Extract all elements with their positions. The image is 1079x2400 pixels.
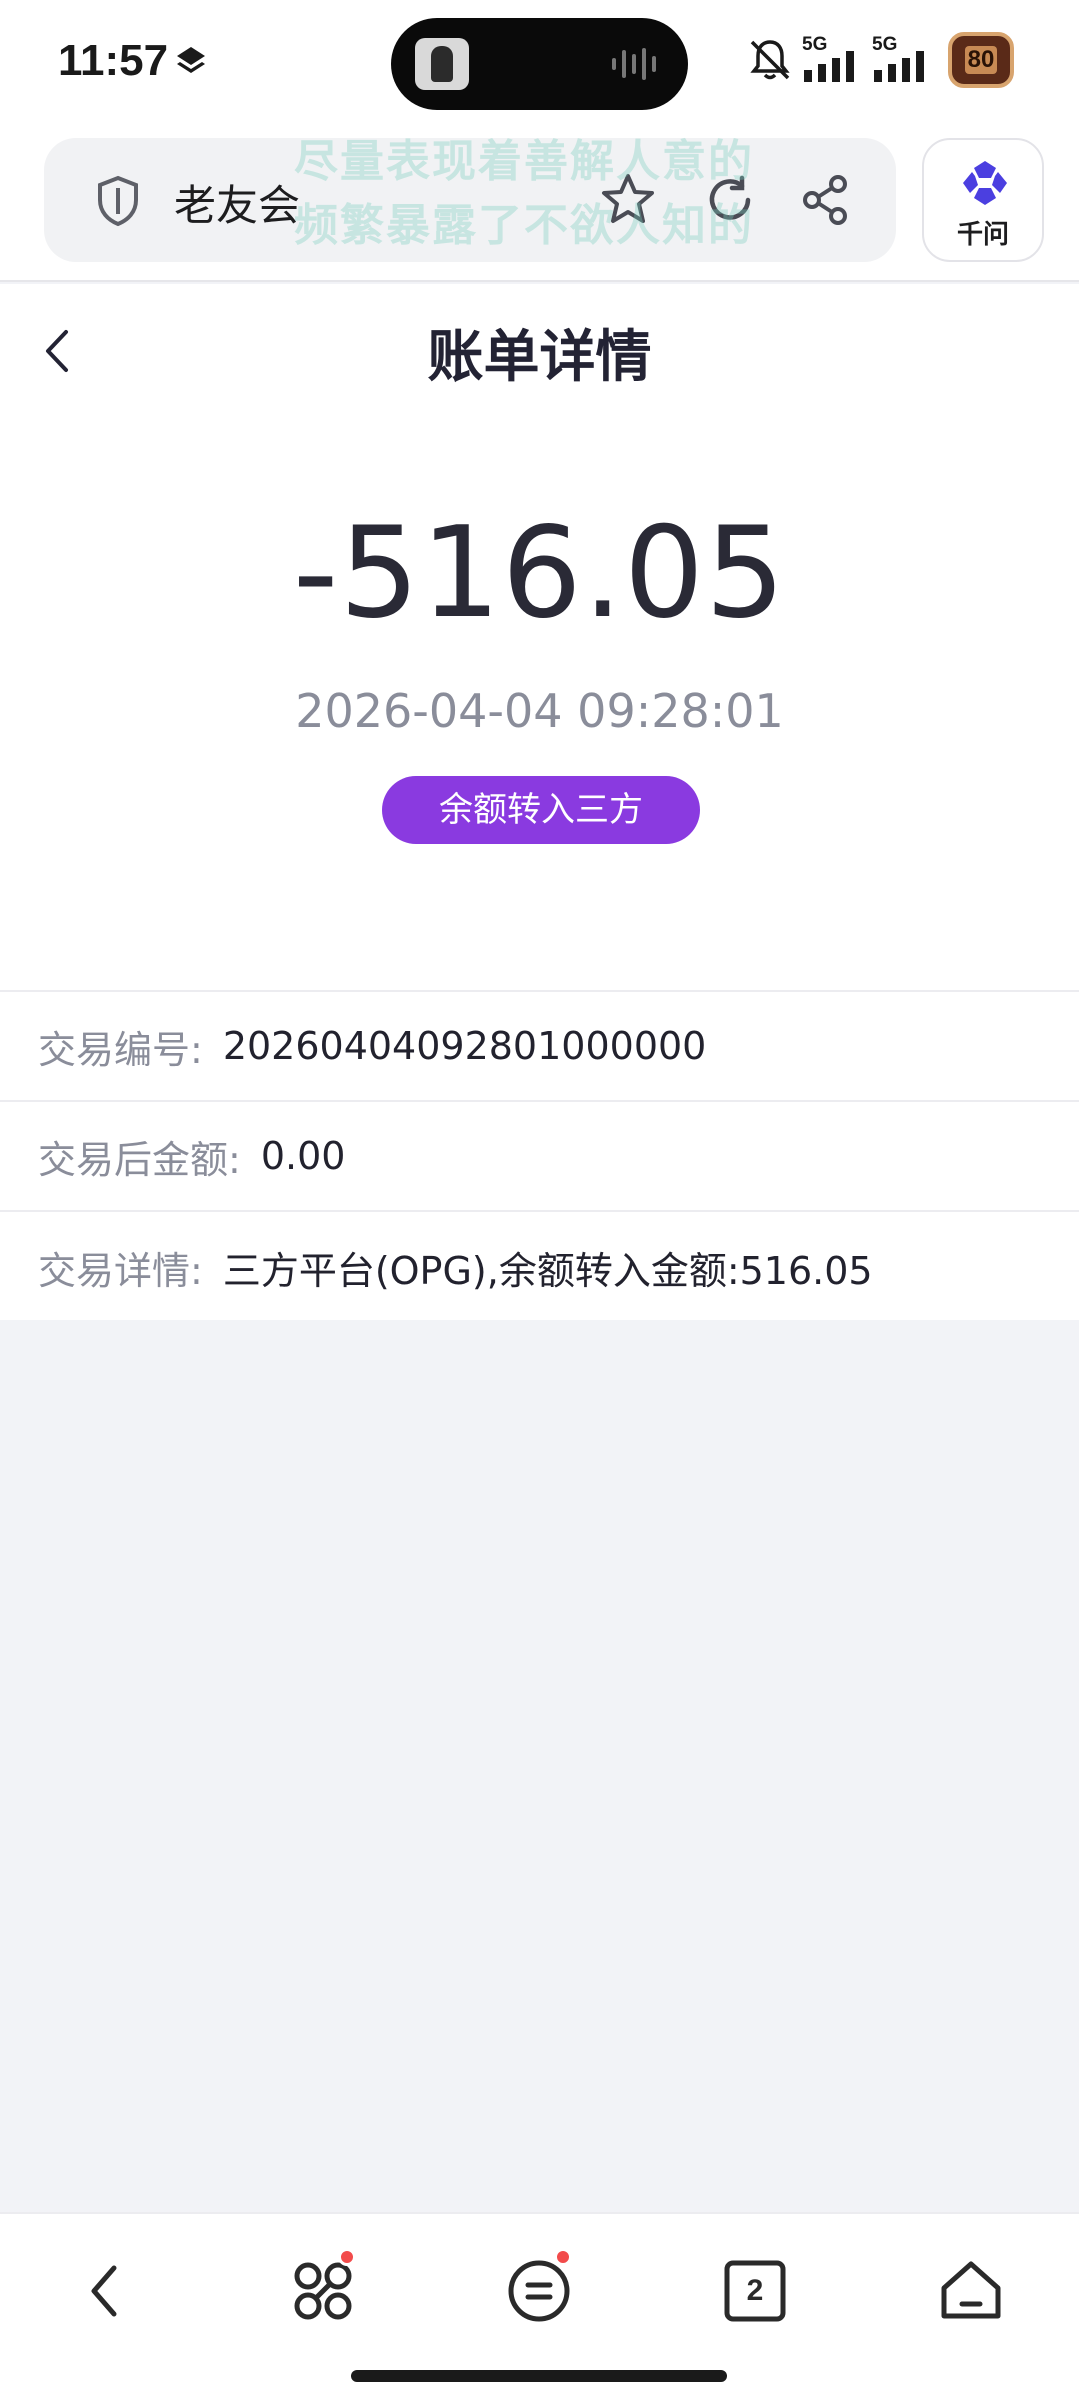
detail-value: 20260404092801000000 [222,1024,707,1068]
browser-toolbar: 老友会 尽量表现着善解人意的 频繁暴露了不欲人知的 千问 [0,124,1079,282]
apps-icon [294,2262,352,2320]
audio-wave-icon [612,48,656,80]
detail-label: 交易详情: [38,1248,203,1293]
tabs-button[interactable]: 2 [720,2256,790,2326]
battery-level: 80 [964,46,998,74]
signal-2-icon: 5G [872,34,936,84]
qianwen-logo-icon [963,161,1007,205]
address-bar[interactable]: 老友会 [44,138,896,262]
qianwen-ai-button[interactable]: 千问 [922,138,1044,262]
home-icon[interactable] [936,2256,1006,2326]
detail-value: 0.00 [260,1134,346,1178]
bell-muted-icon [750,40,790,80]
browser-bottom-nav: 2 [0,2212,1079,2400]
detail-value: 三方平台(OPG),余额转入金额:516.05 [222,1248,873,1293]
apps-button[interactable] [288,2248,358,2326]
transaction-type-badge: 余额转入三方 [382,776,700,844]
refresh-icon[interactable] [702,172,758,228]
dynamic-island[interactable] [391,18,688,110]
page-header: 账单详情 [0,284,1079,416]
signal-1-icon: 5G [802,34,866,84]
share-icon[interactable] [798,172,854,228]
notification-dot [338,2248,356,2266]
transaction-amount: -516.05 [292,499,787,646]
menu-icon [508,2260,570,2322]
layers-icon [177,47,205,73]
album-cover-icon [415,38,469,90]
detail-label: 交易编号: [38,1027,203,1072]
detail-list: 交易编号: 20260404092801000000 交易后金额: 0.00 交… [0,990,1079,1322]
transaction-datetime: 2026-04-04 09:28:01 [295,684,784,738]
menu-button[interactable] [504,2248,574,2326]
home-indicator[interactable] [351,2370,727,2382]
tab-count: 2 [746,2274,764,2307]
status-bar: 11:57 5G 5G 80 [0,0,1079,124]
back-icon[interactable] [72,2256,142,2326]
detail-label: 交易后金额: [38,1137,241,1182]
detail-row-balance-after: 交易后金额: 0.00 [0,1102,1079,1212]
qianwen-label: 千问 [956,220,1009,250]
page-title: 账单详情 [427,325,652,390]
detail-row-transaction-id: 交易编号: 20260404092801000000 [0,992,1079,1102]
shield-icon[interactable] [94,174,142,228]
star-icon[interactable] [598,170,658,230]
notification-dot [554,2248,572,2266]
status-time: 11:57 [58,36,169,85]
site-name[interactable]: 老友会 [174,172,300,233]
detail-row-transaction-detail: 交易详情: 三方平台(OPG),余额转入金额:516.05 [0,1212,1079,1322]
bill-detail-page: 账单详情 -516.05 2026-04-04 09:28:01 余额转入三方 … [0,284,1079,1320]
battery-icon: 80 [948,32,1014,88]
